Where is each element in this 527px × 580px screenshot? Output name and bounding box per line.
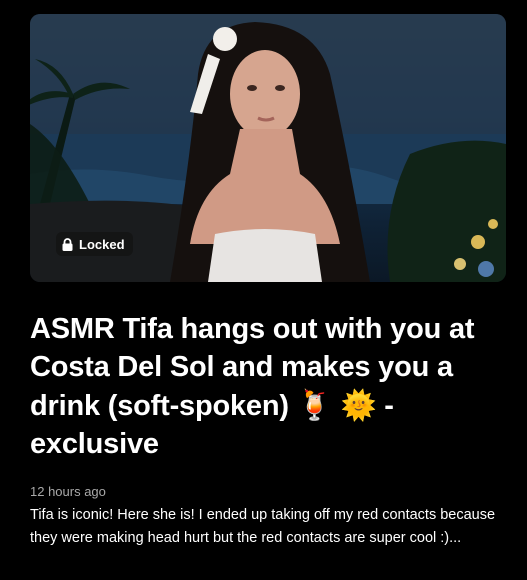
post-description: Tifa is iconic! Here she is! I ended up … [30,507,496,546]
lock-icon [62,237,73,251]
locked-badge: Locked [56,232,133,256]
tropical-drink-icon: 🍹 [296,388,333,422]
post-card[interactable]: Locked ASMR Tifa hangs out with you at C… [0,0,527,580]
post-title-text: ASMR Tifa hangs out with you at Costa De… [30,313,475,422]
smiling-sun-icon: 🌞 [340,388,377,422]
post-timestamp: 12 hours ago [30,484,106,499]
locked-label: Locked [79,236,125,252]
post-title[interactable]: ASMR Tifa hangs out with you at Costa De… [30,310,500,463]
